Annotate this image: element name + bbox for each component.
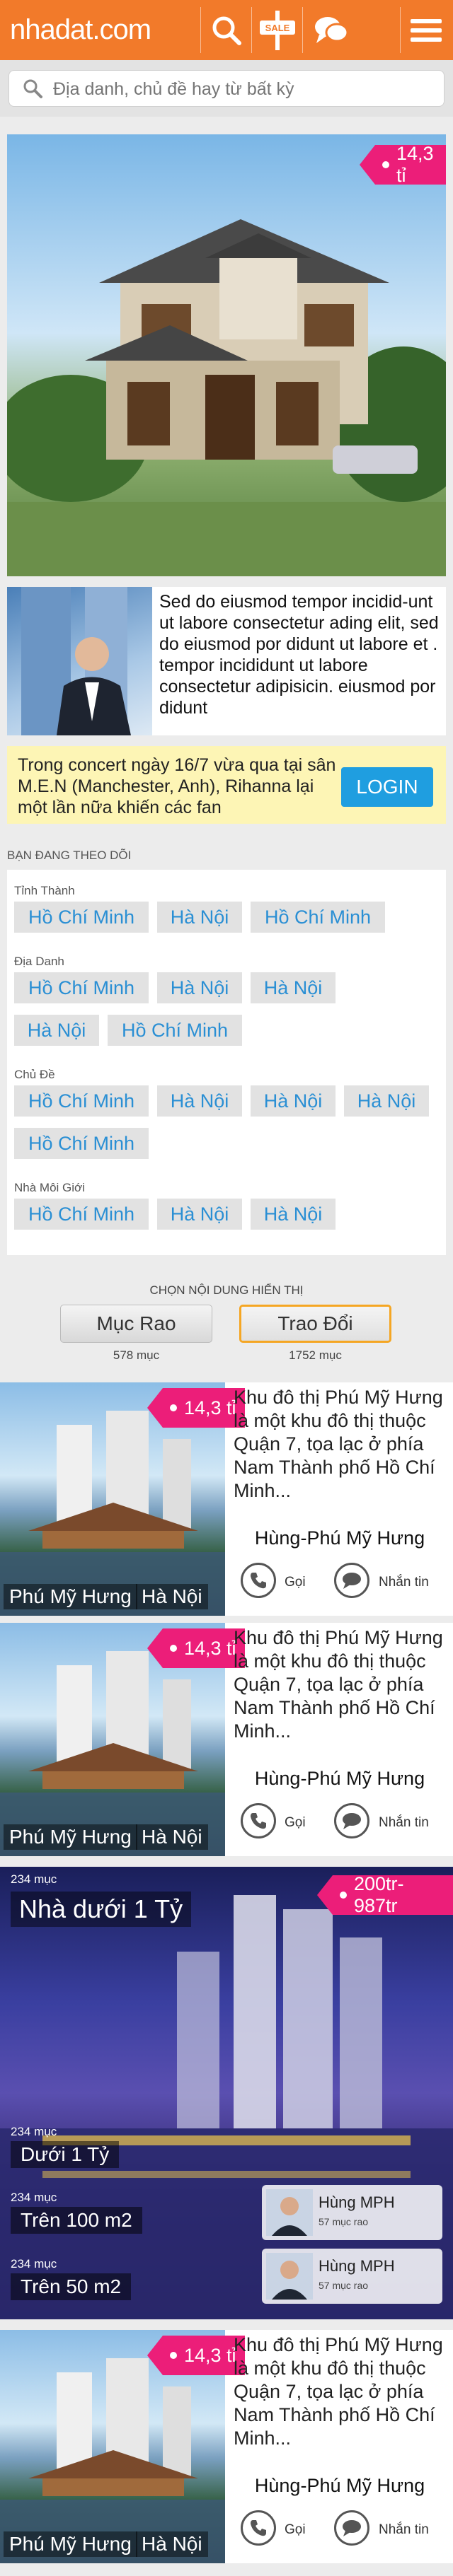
- follow-chip[interactable]: Hà Nội: [157, 1085, 242, 1117]
- banner-text: Trong concert ngày 16/7 vừa qua tại sân …: [18, 755, 336, 817]
- agent-name[interactable]: Hùng-Phú Mỹ Hưng: [234, 2475, 446, 2497]
- group-label: Tỉnh Thành: [14, 884, 75, 897]
- search-icon[interactable]: [202, 0, 251, 60]
- agent-count: 57 mục rao: [319, 2280, 369, 2291]
- follow-chip[interactable]: Hồ Chí Minh: [14, 972, 149, 1003]
- follow-chip[interactable]: Hà Nội: [157, 1199, 242, 1230]
- message-label[interactable]: Nhắn tin: [379, 2522, 429, 2538]
- agent-name[interactable]: Hùng-Phú Mỹ Hưng: [234, 1527, 446, 1549]
- follow-chip[interactable]: Hà Nội: [251, 972, 336, 1003]
- following-card: Tỉnh Thành Hồ Chí Minh Hà Nội Hồ Chí Min…: [7, 870, 446, 1255]
- promo-card[interactable]: Sed do eiusmod tempor incidid-unt ut lab…: [7, 587, 446, 735]
- price-tag: 14,3 tỉ: [360, 143, 446, 186]
- news-banner[interactable]: Trong concert ngày 16/7 vừa qua tại sân …: [7, 746, 446, 824]
- price-tag: 200tr-987tr: [317, 1873, 453, 1916]
- follow-chip[interactable]: Hồ Chí Minh: [14, 1085, 149, 1117]
- listing-desc: Khu đô thị Phú Mỹ Hưng là một khu đô thị…: [234, 1387, 443, 1501]
- phone-icon[interactable]: [241, 1563, 276, 1598]
- search-input[interactable]: [53, 76, 435, 102]
- subcategory-label[interactable]: Dưới 1 Tỷ: [11, 2141, 120, 2168]
- listing-card[interactable]: 14,3 tỉ Phú Mỹ Hưng Hà Nội Khu đô thị Ph…: [0, 1623, 453, 1856]
- message-label[interactable]: Nhắn tin: [379, 1575, 429, 1590]
- listing-card[interactable]: 14,3 tỉ Phú Mỹ Hưng Hà Nội Khu đô thị Ph…: [0, 2330, 453, 2563]
- sale-sign-icon[interactable]: SALE: [253, 0, 302, 60]
- subcategory-label[interactable]: Trên 100 m2: [11, 2207, 142, 2234]
- group-label: Nhà Môi Giới: [14, 1181, 85, 1194]
- location-tag[interactable]: Hà Nội: [136, 1584, 208, 1609]
- divider: [251, 7, 252, 53]
- agent-card[interactable]: Hùng MPH 57 mục rao: [262, 2249, 442, 2304]
- tab-count: 1752 mục: [289, 1348, 342, 1362]
- agent-name[interactable]: Hùng-Phú Mỹ Hưng: [234, 1768, 446, 1790]
- search-icon: [22, 78, 43, 103]
- listing-card[interactable]: 14,3 tỉ Phú Mỹ Hưng Hà Nội Khu đô thị Ph…: [0, 1382, 453, 1616]
- content-choice-title: CHỌN NỘI DUNG HIỂN THỊ: [149, 1283, 304, 1297]
- listing-desc: Khu đô thị Phú Mỹ Hưng là một khu đô thị…: [234, 1627, 443, 1742]
- hero-card[interactable]: 14,3 tỉ: [7, 134, 446, 576]
- follow-chip[interactable]: Hồ Chí Minh: [251, 902, 385, 933]
- follow-chip[interactable]: Hà Nội: [344, 1085, 429, 1117]
- tab-count: 578 mục: [113, 1348, 160, 1362]
- subcategory-count: 234 mục: [11, 2125, 57, 2138]
- promo-image: [7, 587, 152, 735]
- follow-chip[interactable]: Hồ Chí Minh: [108, 1015, 242, 1046]
- agent-count: 57 mục rao: [319, 2216, 369, 2227]
- message-label[interactable]: Nhắn tin: [379, 1815, 429, 1831]
- follow-chip[interactable]: Hà Nội: [251, 1085, 336, 1117]
- follow-chip[interactable]: Hà Nội: [157, 972, 242, 1003]
- subcategory-count: 234 mục: [11, 2191, 57, 2204]
- price-tag: 14,3 tỉ: [147, 1388, 245, 1428]
- message-icon[interactable]: [334, 1563, 369, 1598]
- agent-name: Hùng MPH: [319, 2257, 395, 2275]
- sale-badge: SALE: [265, 23, 290, 33]
- following-title: BẠN ĐANG THEO DÕI: [7, 849, 132, 862]
- divider: [302, 7, 303, 53]
- menu-icon[interactable]: [401, 0, 451, 60]
- price-tag: 14,3 tỉ: [147, 1628, 245, 1668]
- follow-chip[interactable]: Hồ Chí Minh: [14, 1199, 149, 1230]
- category-count: 234 mục: [11, 1872, 57, 1886]
- tab-trao-doi[interactable]: Trao Đổi: [239, 1305, 391, 1343]
- follow-chip[interactable]: Hồ Chí Minh: [14, 902, 149, 933]
- search-bar: [0, 60, 453, 117]
- search-box[interactable]: [8, 70, 445, 107]
- group-label: Chủ Đề: [14, 1068, 55, 1081]
- location-tag[interactable]: Phú Mỹ Hưng: [4, 1584, 137, 1609]
- tab-muc-rao[interactable]: Mục Rao: [60, 1305, 212, 1343]
- divider: [400, 7, 401, 53]
- app-header: nhadat.com SALE: [0, 0, 453, 60]
- price-tag: 14,3 tỉ: [147, 2336, 245, 2375]
- avatar: [266, 2253, 313, 2300]
- category-block[interactable]: 234 mục Nhà dưới 1 Tỷ 200tr-987tr 234 mụ…: [0, 1867, 453, 2319]
- group-label: Địa Danh: [14, 955, 64, 968]
- subcategory-count: 234 mục: [11, 2257, 57, 2271]
- subcategory-label[interactable]: Trên 50 m2: [11, 2273, 132, 2300]
- category-title[interactable]: Nhà dưới 1 Tỷ: [11, 1892, 192, 1927]
- hero-image: [7, 134, 446, 576]
- follow-chip[interactable]: Hà Nội: [251, 1199, 336, 1230]
- call-label[interactable]: Gọi: [285, 2522, 306, 2538]
- location-tag[interactable]: Phú Mỹ Hưng: [4, 1824, 137, 1850]
- follow-chip[interactable]: Hà Nội: [157, 902, 242, 933]
- agent-name: Hùng MPH: [319, 2193, 395, 2211]
- message-icon[interactable]: [334, 1803, 369, 1838]
- login-button[interactable]: LOGIN: [341, 767, 433, 807]
- site-logo[interactable]: nhadat.com: [10, 14, 151, 46]
- phone-icon[interactable]: [241, 1803, 276, 1838]
- follow-chip[interactable]: Hồ Chí Minh: [14, 1128, 149, 1159]
- location-tag[interactable]: Hà Nội: [136, 1824, 208, 1850]
- call-label[interactable]: Gọi: [285, 1815, 306, 1831]
- location-tag[interactable]: Hà Nội: [136, 2531, 208, 2557]
- follow-chip[interactable]: Hà Nội: [14, 1015, 99, 1046]
- divider: [200, 7, 201, 53]
- chat-icon[interactable]: [306, 0, 356, 60]
- agent-card[interactable]: Hùng MPH 57 mục rao: [262, 2185, 442, 2240]
- call-label[interactable]: Gọi: [285, 1575, 306, 1590]
- avatar: [266, 2189, 313, 2236]
- phone-icon[interactable]: [241, 2510, 276, 2546]
- location-tag[interactable]: Phú Mỹ Hưng: [4, 2531, 137, 2557]
- promo-text: Sed do eiusmod tempor incidid-unt ut lab…: [159, 592, 439, 718]
- message-icon[interactable]: [334, 2510, 369, 2546]
- listing-desc: Khu đô thị Phú Mỹ Hưng là một khu đô thị…: [234, 2334, 443, 2449]
